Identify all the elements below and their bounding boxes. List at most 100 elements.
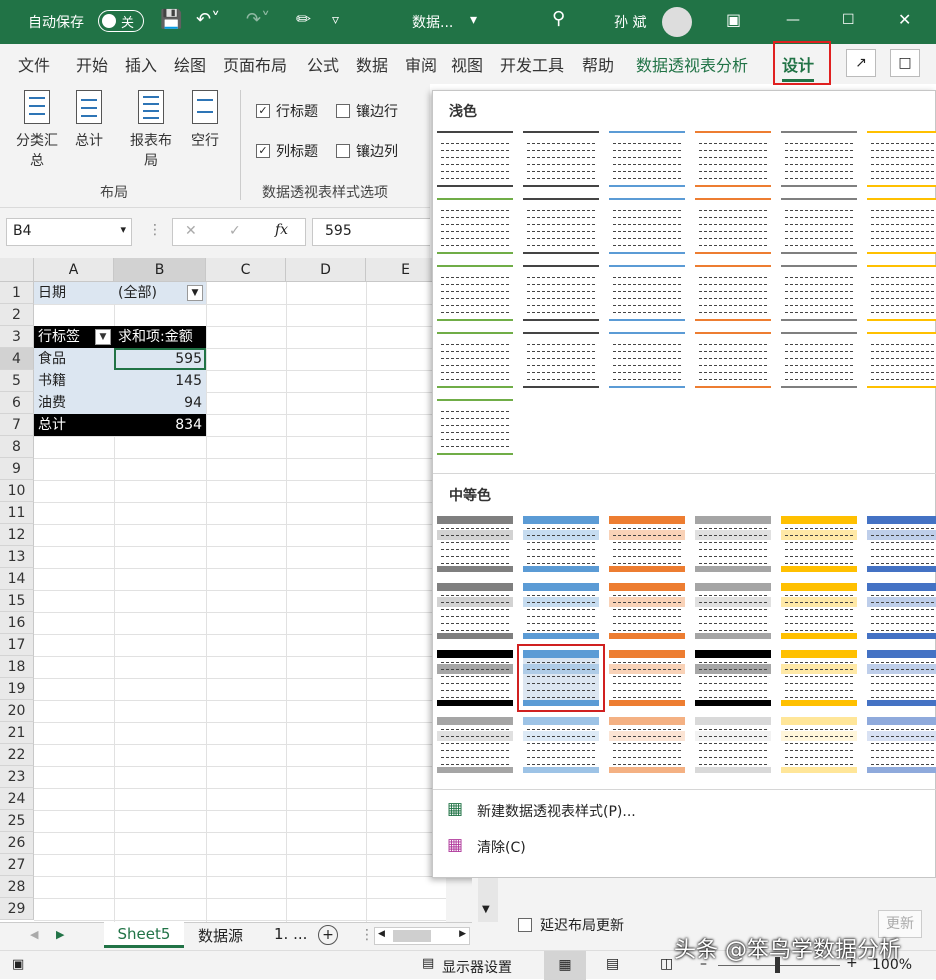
title-dropdown-icon[interactable]: ▾ [470, 12, 477, 28]
close-icon[interactable]: ✕ [898, 10, 911, 29]
tab-help[interactable]: 帮助 [582, 52, 614, 76]
name-box-dropdown-icon[interactable]: ▾ [120, 223, 126, 236]
row-header[interactable]: 3 [0, 326, 34, 348]
light-style-12[interactable] [867, 198, 936, 254]
light-style-9[interactable] [609, 198, 685, 254]
light-style-23[interactable] [781, 332, 857, 388]
column-header-c[interactable]: C [206, 258, 286, 282]
row-header[interactable]: 18 [0, 656, 34, 678]
light-style-15[interactable] [609, 265, 685, 321]
value-header-cell[interactable]: 求和项:金额 [114, 326, 206, 348]
row-header[interactable]: 2 [0, 304, 34, 326]
light-style-24[interactable] [867, 332, 936, 388]
light-style-18[interactable] [867, 265, 936, 321]
medium-style-15[interactable] [609, 650, 685, 706]
display-settings-icon[interactable]: ▤ [422, 956, 434, 971]
medium-style-18[interactable] [867, 650, 936, 706]
light-style-2[interactable] [523, 131, 599, 187]
item-label-cell[interactable]: 食品 [34, 348, 114, 370]
item-value-cell[interactable]: 94 [114, 392, 206, 414]
row-header[interactable]: 17 [0, 634, 34, 656]
row-header[interactable]: 6 [0, 392, 34, 414]
save-icon[interactable]: 💾 [160, 9, 182, 30]
light-style-8[interactable] [523, 198, 599, 254]
row-header[interactable]: 28 [0, 876, 34, 898]
format-painter-icon[interactable]: ✏ [296, 9, 311, 30]
item-label-cell[interactable]: 书籍 [34, 370, 114, 392]
medium-style-12[interactable] [867, 583, 936, 639]
row-header[interactable]: 29 [0, 898, 34, 920]
medium-style-10[interactable] [695, 583, 771, 639]
clear-menu-item[interactable]: 清除(C) [477, 837, 526, 857]
row-header[interactable]: 21 [0, 722, 34, 744]
tab-data[interactable]: 数据 [356, 52, 388, 76]
row-header[interactable]: 5 [0, 370, 34, 392]
autosave-toggle[interactable]: 关 [98, 10, 144, 32]
normal-view-icon[interactable]: ▦ [544, 951, 586, 980]
light-style-6[interactable] [867, 131, 936, 187]
row-header[interactable]: 10 [0, 480, 34, 502]
light-style-13[interactable] [437, 265, 513, 321]
tab-file[interactable]: 文件 [18, 52, 50, 76]
row-header[interactable]: 1 [0, 282, 34, 304]
row-label-header-cell[interactable]: 行标签 ▼ [34, 326, 114, 348]
row-header[interactable]: 15 [0, 590, 34, 612]
light-style-10[interactable] [695, 198, 771, 254]
grand-totals-button[interactable]: 总计 [64, 90, 114, 150]
cancel-icon[interactable]: ✕ [185, 223, 197, 239]
search-icon[interactable]: ⚲ [552, 8, 565, 29]
filter-value-cell[interactable]: (全部) ▼ [114, 282, 206, 304]
formula-input[interactable]: 595 [312, 218, 430, 246]
light-style-19[interactable] [437, 332, 513, 388]
medium-style-6[interactable] [867, 516, 936, 572]
maximize-icon[interactable]: ☐ [842, 12, 855, 28]
blank-rows-button[interactable]: 空行 [180, 90, 230, 150]
light-style-21[interactable] [609, 332, 685, 388]
light-style-11[interactable] [781, 198, 857, 254]
horizontal-scrollbar[interactable]: ◀ ▶ [374, 927, 470, 945]
item-value-cell[interactable]: 145 [114, 370, 206, 392]
medium-style-4[interactable] [695, 516, 771, 572]
banded-columns-checkbox[interactable] [336, 144, 350, 158]
light-style-16[interactable] [695, 265, 771, 321]
tab-design[interactable]: 设计 [782, 52, 815, 82]
row-header[interactable]: 12 [0, 524, 34, 546]
light-style-1[interactable] [437, 131, 513, 187]
row-header[interactable]: 7 [0, 414, 34, 436]
row-header[interactable]: 9 [0, 458, 34, 480]
light-style-5[interactable] [781, 131, 857, 187]
splitter-icon[interactable]: ⋮ [148, 222, 162, 238]
row-header[interactable]: 27 [0, 854, 34, 876]
light-style-4[interactable] [695, 131, 771, 187]
medium-style-23[interactable] [781, 717, 857, 773]
medium-style-24[interactable] [867, 717, 936, 773]
row-header[interactable]: 11 [0, 502, 34, 524]
tab-review[interactable]: 审阅 [405, 52, 437, 76]
page-layout-view-icon[interactable]: ▤ [606, 956, 619, 972]
name-box[interactable]: B4 ▾ [6, 218, 132, 246]
minimize-icon[interactable]: — [786, 12, 800, 28]
banded-rows-checkbox[interactable] [336, 104, 350, 118]
tab-view[interactable]: 视图 [451, 52, 483, 76]
row-header[interactable]: 19 [0, 678, 34, 700]
medium-style-3[interactable] [609, 516, 685, 572]
scroll-left-icon[interactable]: ◀ [378, 929, 385, 939]
scroll-down-icon[interactable]: ▼ [482, 904, 490, 915]
medium-style-13[interactable] [437, 650, 513, 706]
column-header-a[interactable]: A [34, 258, 114, 282]
user-name[interactable]: 孙 斌 [614, 12, 646, 32]
comments-icon[interactable]: □ [890, 49, 920, 77]
medium-style-2[interactable] [523, 516, 599, 572]
filter-label-cell[interactable]: 日期 [34, 282, 114, 304]
customize-qat-icon[interactable]: ▿ [332, 12, 339, 28]
enter-icon[interactable]: ✓ [229, 223, 241, 239]
medium-style-5[interactable] [781, 516, 857, 572]
avatar[interactable] [662, 7, 692, 37]
ribbon-display-icon[interactable]: ▣ [726, 10, 741, 29]
tab-home[interactable]: 开始 [76, 52, 108, 76]
redo-icon[interactable]: ↷˅ [246, 9, 270, 30]
medium-style-22[interactable] [695, 717, 771, 773]
row-header[interactable]: 20 [0, 700, 34, 722]
row-header[interactable]: 4 [0, 348, 34, 370]
new-style-menu-item[interactable]: 新建数据透视表样式(P)... [477, 801, 636, 821]
